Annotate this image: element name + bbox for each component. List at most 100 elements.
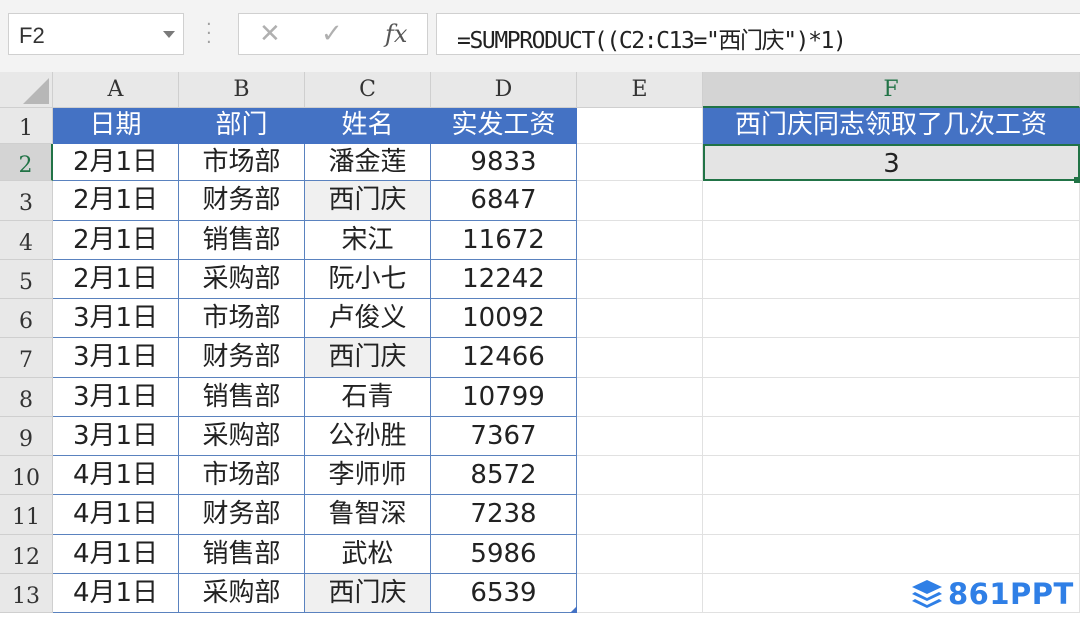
table-cell[interactable]: 销售部 <box>179 378 305 417</box>
empty-cell[interactable] <box>703 417 1080 456</box>
row-header-1[interactable]: 1 <box>0 108 53 144</box>
table-cell[interactable]: 武松 <box>305 535 431 574</box>
table-cell[interactable]: 6539 <box>431 574 577 613</box>
empty-cell[interactable] <box>577 144 703 181</box>
table-cell[interactable]: 4月1日 <box>53 574 179 613</box>
chevron-down-icon[interactable] <box>163 31 175 38</box>
fill-handle[interactable] <box>1074 177 1080 183</box>
column-header-d[interactable]: D <box>431 72 577 108</box>
empty-cell[interactable] <box>703 495 1080 535</box>
table-cell[interactable]: 3月1日 <box>53 417 179 456</box>
empty-cell[interactable] <box>577 260 703 299</box>
table-cell[interactable]: 采购部 <box>179 574 305 613</box>
row-header-5[interactable]: 5 <box>0 260 53 299</box>
table-cell[interactable]: 8572 <box>431 456 577 495</box>
empty-cell[interactable] <box>703 535 1080 574</box>
column-header-a[interactable]: A <box>53 72 179 108</box>
table-cell[interactable]: 4月1日 <box>53 456 179 495</box>
table-cell[interactable]: 阮小七 <box>305 260 431 299</box>
table-cell[interactable]: 7367 <box>431 417 577 456</box>
cancel-icon[interactable]: ✕ <box>259 19 281 49</box>
row-header-11[interactable]: 11 <box>0 495 53 535</box>
table-resize-handle[interactable] <box>570 606 577 613</box>
table-cell[interactable]: 市场部 <box>179 456 305 495</box>
table-cell[interactable]: 5986 <box>431 535 577 574</box>
table-cell[interactable]: 潘金莲 <box>305 144 431 181</box>
empty-cell[interactable] <box>577 338 703 378</box>
empty-cell[interactable] <box>703 299 1080 338</box>
table-header-cell[interactable]: 日期 <box>53 108 179 144</box>
table-cell[interactable]: 卢俊义 <box>305 299 431 338</box>
column-header-b[interactable]: B <box>179 72 305 108</box>
column-header-c[interactable]: C <box>305 72 431 108</box>
table-cell[interactable]: 宋江 <box>305 221 431 260</box>
table-cell[interactable]: 财务部 <box>179 338 305 378</box>
table-cell[interactable]: 12242 <box>431 260 577 299</box>
table-cell[interactable]: 市场部 <box>179 299 305 338</box>
empty-cell[interactable] <box>703 181 1080 221</box>
table-cell[interactable]: 财务部 <box>179 181 305 221</box>
row-header-9[interactable]: 9 <box>0 417 53 456</box>
formula-input[interactable]: =SUMPRODUCT((C2:C13="西门庆")*1) <box>436 13 1080 55</box>
select-all-button[interactable] <box>0 72 53 108</box>
empty-cell[interactable] <box>577 417 703 456</box>
table-header-cell[interactable]: 部门 <box>179 108 305 144</box>
column-header-e[interactable]: E <box>577 72 703 108</box>
table-cell[interactable]: 3月1日 <box>53 299 179 338</box>
column-header-f[interactable]: F <box>703 72 1080 108</box>
empty-cell[interactable] <box>703 260 1080 299</box>
table-cell[interactable]: 12466 <box>431 338 577 378</box>
result-header-cell[interactable]: 西门庆同志领取了几次工资 <box>703 108 1080 144</box>
table-cell[interactable]: 6847 <box>431 181 577 221</box>
empty-cell[interactable] <box>577 299 703 338</box>
table-cell[interactable]: 9833 <box>431 144 577 181</box>
table-cell[interactable]: 10799 <box>431 378 577 417</box>
table-cell[interactable]: 3月1日 <box>53 338 179 378</box>
table-header-cell[interactable]: 实发工资 <box>431 108 577 144</box>
table-cell[interactable]: 西门庆 <box>305 574 431 613</box>
empty-cell[interactable] <box>703 456 1080 495</box>
empty-cell[interactable] <box>577 495 703 535</box>
table-cell[interactable]: 石青 <box>305 378 431 417</box>
row-header-8[interactable]: 8 <box>0 378 53 417</box>
table-cell[interactable]: 公孙胜 <box>305 417 431 456</box>
table-cell[interactable]: 2月1日 <box>53 260 179 299</box>
table-cell[interactable]: 销售部 <box>179 535 305 574</box>
empty-cell[interactable] <box>703 378 1080 417</box>
empty-cell[interactable] <box>577 221 703 260</box>
row-header-10[interactable]: 10 <box>0 456 53 495</box>
row-header-13[interactable]: 13 <box>0 574 53 613</box>
table-cell[interactable]: 西门庆 <box>305 181 431 221</box>
table-cell[interactable]: 李师师 <box>305 456 431 495</box>
table-cell[interactable]: 3月1日 <box>53 378 179 417</box>
table-cell[interactable]: 采购部 <box>179 260 305 299</box>
table-cell[interactable]: 采购部 <box>179 417 305 456</box>
table-cell[interactable]: 市场部 <box>179 144 305 181</box>
empty-cell[interactable] <box>577 108 703 144</box>
result-value-cell[interactable]: 3 <box>703 144 1080 181</box>
insert-function-icon[interactable]: fx <box>385 20 407 48</box>
empty-cell[interactable] <box>577 456 703 495</box>
table-cell[interactable]: 4月1日 <box>53 495 179 535</box>
empty-cell[interactable] <box>703 221 1080 260</box>
table-cell[interactable]: 销售部 <box>179 221 305 260</box>
confirm-icon[interactable]: ✓ <box>321 19 343 49</box>
empty-cell[interactable] <box>703 338 1080 378</box>
row-header-4[interactable]: 4 <box>0 221 53 260</box>
table-cell[interactable]: 西门庆 <box>305 338 431 378</box>
row-header-12[interactable]: 12 <box>0 535 53 574</box>
empty-cell[interactable] <box>577 378 703 417</box>
name-box[interactable]: F2 <box>8 13 184 55</box>
table-cell[interactable]: 4月1日 <box>53 535 179 574</box>
table-cell[interactable]: 鲁智深 <box>305 495 431 535</box>
row-header-6[interactable]: 6 <box>0 299 53 338</box>
table-cell[interactable]: 11672 <box>431 221 577 260</box>
empty-cell[interactable] <box>577 535 703 574</box>
table-cell[interactable]: 财务部 <box>179 495 305 535</box>
empty-cell[interactable] <box>577 574 703 613</box>
table-cell[interactable]: 10092 <box>431 299 577 338</box>
row-header-2[interactable]: 2 <box>0 144 53 181</box>
row-header-3[interactable]: 3 <box>0 181 53 221</box>
empty-cell[interactable] <box>577 181 703 221</box>
table-cell[interactable]: 2月1日 <box>53 181 179 221</box>
